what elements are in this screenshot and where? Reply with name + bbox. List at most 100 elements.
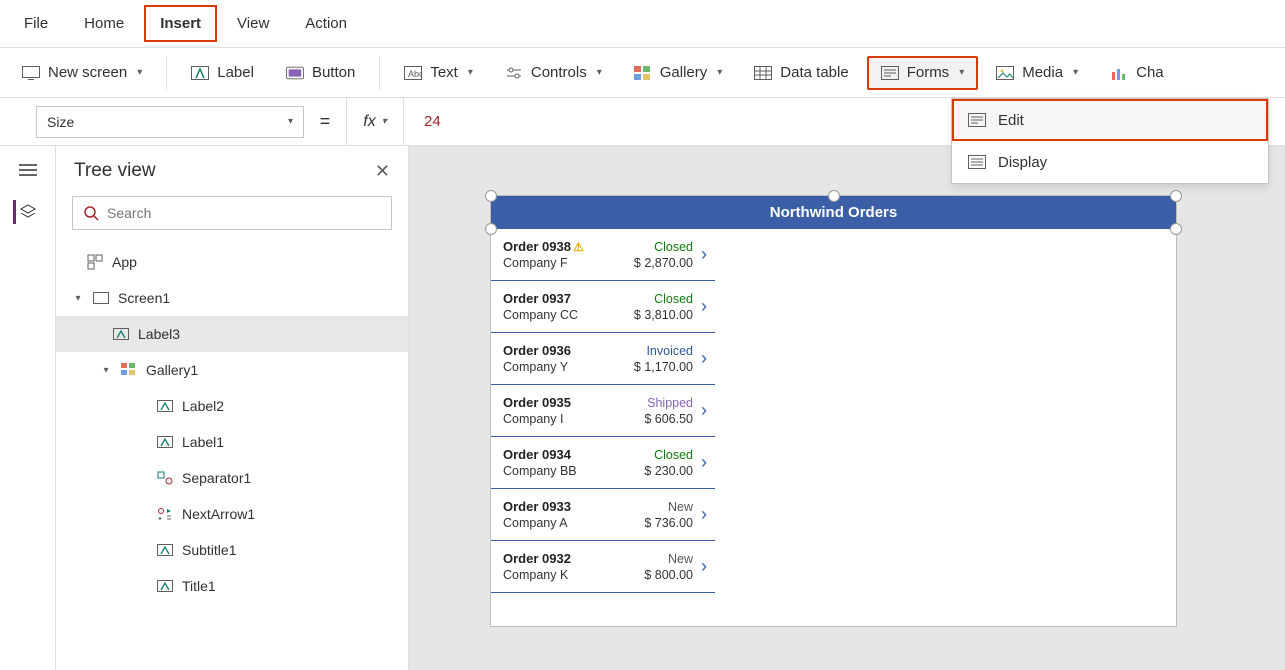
- order-amount: $ 800.00: [644, 568, 693, 582]
- rail-hamburger[interactable]: [16, 158, 40, 182]
- next-arrow-icon[interactable]: ›: [701, 244, 707, 265]
- search-input[interactable]: [107, 205, 381, 221]
- screen-icon: [92, 289, 110, 307]
- chevron-down-icon: ▾: [717, 67, 722, 78]
- ribbon-new-screen-label: New screen: [48, 64, 127, 81]
- ribbon-text[interactable]: Abc Text ▾: [390, 56, 487, 90]
- search-box[interactable]: [72, 196, 392, 230]
- tree-item-label: NextArrow1: [182, 506, 255, 522]
- svg-text:Abc: Abc: [408, 69, 422, 79]
- separator: [379, 56, 380, 90]
- tree-item-label: Separator1: [182, 470, 251, 486]
- tree-item-title1[interactable]: Title1: [56, 568, 408, 604]
- tree-item-label3[interactable]: Label3: [56, 316, 408, 352]
- order-company: Company A: [503, 516, 644, 530]
- ribbon-gallery[interactable]: Gallery ▾: [620, 56, 737, 90]
- forms-dropdown: Edit Display: [951, 98, 1269, 184]
- order-status: Closed: [634, 292, 693, 306]
- menu-bar: File Home Insert View Action: [0, 0, 1285, 48]
- order-id: Order 0934: [503, 447, 644, 462]
- gallery-list[interactable]: Order 0938⚠ Company F Closed $ 2,870.00 …: [491, 229, 715, 626]
- order-company: Company Y: [503, 360, 634, 374]
- order-id: Order 0932: [503, 551, 644, 566]
- property-name: Size: [47, 114, 74, 130]
- ribbon-media-label: Media: [1022, 64, 1063, 81]
- form-edit-icon: [968, 111, 986, 129]
- nextarrow-icon: [156, 505, 174, 523]
- tree-item-nextarrow1[interactable]: NextArrow1: [56, 496, 408, 532]
- chevron-down-icon: ▾: [382, 116, 387, 127]
- menu-home[interactable]: Home: [68, 5, 140, 42]
- menu-file[interactable]: File: [8, 5, 64, 42]
- menu-view[interactable]: View: [221, 5, 285, 42]
- ribbon-label[interactable]: Label: [177, 56, 268, 90]
- tree-item-label1[interactable]: Label1: [56, 424, 408, 460]
- gallery-icon: [120, 361, 138, 379]
- ribbon-charts[interactable]: Cha: [1096, 56, 1178, 90]
- chevron-down-icon: ▾: [137, 67, 142, 78]
- ribbon-media[interactable]: Media ▾: [982, 56, 1092, 90]
- data-table-icon: [754, 64, 772, 82]
- gallery-item[interactable]: Order 0934 Company BB Closed $ 230.00 ›: [491, 437, 715, 489]
- title-banner[interactable]: Northwind Orders: [491, 196, 1176, 229]
- ribbon-data-table[interactable]: Data table: [740, 56, 862, 90]
- order-id: Order 0937: [503, 291, 634, 306]
- next-arrow-icon[interactable]: ›: [701, 504, 707, 525]
- tree-item-label: Label3: [138, 326, 180, 342]
- fx-button[interactable]: fx ▾: [346, 98, 404, 145]
- property-dropdown[interactable]: Size ▾: [36, 106, 304, 138]
- ribbon-controls[interactable]: Controls ▾: [491, 56, 616, 90]
- tree-item-label: Subtitle1: [182, 542, 236, 558]
- chevron-down-icon: ▾: [597, 67, 602, 78]
- selection-handle[interactable]: [828, 190, 840, 202]
- ribbon-forms[interactable]: Forms ▾: [867, 56, 979, 90]
- tree-item-app[interactable]: App: [56, 244, 408, 280]
- next-arrow-icon[interactable]: ›: [701, 452, 707, 473]
- selection-handle[interactable]: [485, 190, 497, 202]
- order-id: Order 0935: [503, 395, 644, 410]
- tree-item-label2[interactable]: Label2: [56, 388, 408, 424]
- close-icon[interactable]: ✕: [375, 161, 390, 182]
- left-rail: [0, 146, 56, 670]
- tree-item-gallery1[interactable]: ▾ Gallery1: [56, 352, 408, 388]
- order-company: Company I: [503, 412, 644, 426]
- gallery-item[interactable]: Order 0933 Company A New $ 736.00 ›: [491, 489, 715, 541]
- ribbon-button-text: Button: [312, 64, 355, 81]
- rail-tree-view[interactable]: [13, 200, 37, 224]
- layers-icon: [19, 203, 37, 221]
- forms-edit[interactable]: Edit: [952, 99, 1268, 141]
- ribbon-new-screen[interactable]: New screen ▾: [8, 56, 156, 90]
- order-id: Order 0936: [503, 343, 634, 358]
- menu-insert[interactable]: Insert: [144, 5, 217, 42]
- forms-display[interactable]: Display: [952, 141, 1268, 183]
- tree-item-screen1[interactable]: ▾ Screen1: [56, 280, 408, 316]
- next-arrow-icon[interactable]: ›: [701, 400, 707, 421]
- selection-handle[interactable]: [1170, 190, 1182, 202]
- tree-item-label: Label2: [182, 398, 224, 414]
- next-arrow-icon[interactable]: ›: [701, 556, 707, 577]
- forms-edit-label: Edit: [998, 112, 1024, 129]
- gallery-item[interactable]: Order 0937 Company CC Closed $ 3,810.00 …: [491, 281, 715, 333]
- ribbon-text-label: Text: [430, 64, 458, 81]
- separator-icon: [156, 469, 174, 487]
- chevron-down-icon: ▾: [468, 67, 473, 78]
- order-status: Closed: [634, 240, 693, 254]
- forms-icon: [881, 64, 899, 82]
- gallery-item[interactable]: Order 0932 Company K New $ 800.00 ›: [491, 541, 715, 593]
- tree-item-separator1[interactable]: Separator1: [56, 460, 408, 496]
- ribbon-button[interactable]: Button: [272, 56, 369, 90]
- gallery-item[interactable]: Order 0935 Company I Shipped $ 606.50 ›: [491, 385, 715, 437]
- canvas[interactable]: Northwind Orders Order 0938⚠ Company F C…: [409, 146, 1285, 670]
- order-status: New: [644, 500, 693, 514]
- selection-handle[interactable]: [1170, 223, 1182, 235]
- app-frame: Northwind Orders Order 0938⚠ Company F C…: [491, 196, 1176, 626]
- tree-item-subtitle1[interactable]: Subtitle1: [56, 532, 408, 568]
- gallery-item[interactable]: Order 0938⚠ Company F Closed $ 2,870.00 …: [491, 229, 715, 281]
- ribbon-controls-label: Controls: [531, 64, 587, 81]
- next-arrow-icon[interactable]: ›: [701, 348, 707, 369]
- next-arrow-icon[interactable]: ›: [701, 296, 707, 317]
- menu-action[interactable]: Action: [289, 5, 363, 42]
- gallery-item[interactable]: Order 0936 Company Y Invoiced $ 1,170.00…: [491, 333, 715, 385]
- label-icon: [156, 577, 174, 595]
- equals-sign: =: [314, 111, 336, 132]
